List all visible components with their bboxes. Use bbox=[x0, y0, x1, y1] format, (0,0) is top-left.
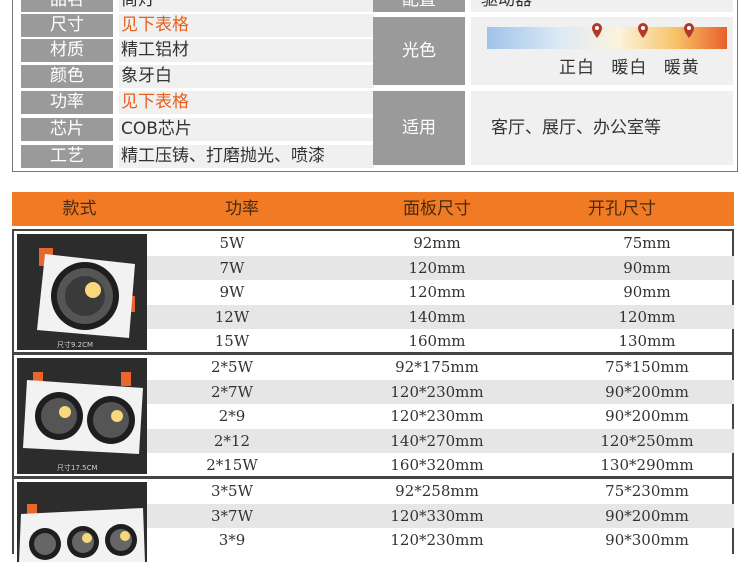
table-row: 5W 92mm 75mm bbox=[147, 231, 734, 256]
table-row: 3*7W 120*330mm 90*200mm bbox=[147, 503, 734, 529]
cell-hole: 130*290mm bbox=[600, 456, 694, 475]
table-row: 7W 120mm 90mm bbox=[147, 255, 734, 281]
map-pin-icon bbox=[638, 23, 648, 38]
downlight-triple-image bbox=[17, 482, 147, 562]
table-row: 12W 140mm 120mm bbox=[147, 304, 734, 330]
spec-label: 尺寸 bbox=[21, 14, 113, 37]
color-temperature-gradient bbox=[487, 23, 727, 49]
table-row: 2*5W 92*175mm 75*150mm bbox=[147, 355, 734, 380]
cell-panel: 160mm bbox=[408, 332, 466, 351]
spec-label: 工艺 bbox=[21, 145, 113, 168]
spec-label: 品名 bbox=[21, 0, 113, 12]
table-row: 2*7W 120*230mm 90*200mm bbox=[147, 379, 734, 405]
header-hole-size: 开孔尺寸 bbox=[588, 199, 656, 219]
cell-panel: 120*230mm bbox=[390, 407, 484, 426]
map-pin-icon bbox=[592, 23, 602, 38]
cell-panel: 92*175mm bbox=[395, 358, 479, 376]
cell-power: 15W bbox=[214, 332, 250, 351]
spec-value: 见下表格 bbox=[119, 14, 374, 37]
cell-hole: 90*200mm bbox=[605, 382, 689, 401]
table-row: 2*12 140*270mm 120*250mm bbox=[147, 428, 734, 454]
cell-power: 9W bbox=[219, 283, 245, 302]
spec-value-config: 驱动器 bbox=[471, 0, 733, 12]
spec-label: 颜色 bbox=[21, 65, 113, 88]
table-row: 15W 160mm 130mm bbox=[147, 329, 734, 354]
color-temperature-labels: 正白 暖白 暖黄 bbox=[559, 53, 710, 78]
color-temp-yellow: 暖黄 bbox=[663, 58, 700, 78]
cell-panel: 92*258mm bbox=[395, 482, 479, 500]
table-row: 2*9 120*230mm 90*200mm bbox=[147, 404, 734, 429]
spec-value: 象牙白 bbox=[119, 65, 374, 88]
cell-power: 12W bbox=[214, 307, 250, 326]
cell-panel: 140*270mm bbox=[390, 431, 484, 450]
cell-hole: 120*250mm bbox=[600, 431, 694, 450]
cell-panel: 120*330mm bbox=[390, 506, 484, 525]
size-group-double: 尺寸17.5CM 2*5W 92*175mm 75*150mm 2*7W 120… bbox=[12, 353, 734, 478]
cell-power: 2*9 bbox=[218, 407, 246, 426]
spec-table: 品名 筒灯 尺寸 见下表格 材质 精工铝材 颜色 象牙白 功率 见下表格 芯片 … bbox=[12, 0, 738, 172]
cell-hole: 75*230mm bbox=[605, 482, 689, 500]
spec-value: 精工铝材 bbox=[119, 39, 374, 62]
product-photo-single: 尺寸9.2CM bbox=[17, 234, 147, 350]
downlight-single-image: 尺寸9.2CM bbox=[17, 234, 147, 350]
spec-value: COB芯片 bbox=[119, 118, 374, 141]
cell-power: 5W bbox=[219, 234, 245, 252]
header-style: 款式 bbox=[62, 199, 97, 219]
cell-power: 2*12 bbox=[213, 431, 251, 450]
size-group-triple: 3*5W 92*258mm 75*230mm 3*7W 120*330mm 90… bbox=[12, 477, 734, 562]
cell-hole: 90mm bbox=[623, 283, 671, 302]
cell-hole: 90*200mm bbox=[605, 506, 689, 525]
color-temperature-box: 正白 暖白 暖黄 bbox=[471, 17, 733, 85]
cell-panel: 120*230mm bbox=[390, 531, 484, 550]
cell-power: 3*5W bbox=[210, 482, 253, 500]
cell-hole: 130mm bbox=[618, 332, 676, 351]
spec-label-lightcolor: 光色 bbox=[373, 17, 465, 85]
photo-caption: 尺寸9.2CM bbox=[57, 340, 93, 349]
header-power: 功率 bbox=[225, 199, 259, 219]
cell-panel: 92mm bbox=[413, 234, 461, 252]
spec-label: 功率 bbox=[21, 91, 113, 114]
color-temp-cool: 正白 bbox=[559, 58, 595, 78]
spec-label-usage: 适用 bbox=[373, 91, 465, 165]
table-row: 9W 120mm 90mm bbox=[147, 280, 734, 305]
map-pin-icon bbox=[684, 23, 694, 38]
cell-power: 3*7W bbox=[210, 506, 253, 525]
product-photo-triple bbox=[17, 482, 147, 562]
cell-power: 2*5W bbox=[210, 358, 253, 376]
spec-value: 精工压铸、打磨抛光、喷漆 bbox=[119, 145, 374, 168]
spec-label: 材质 bbox=[21, 39, 113, 62]
spec-label-config: 配置 bbox=[373, 0, 465, 12]
table-row: 3*5W 92*258mm 75*230mm bbox=[147, 479, 734, 504]
cell-hole: 120mm bbox=[618, 307, 676, 326]
cell-panel: 120mm bbox=[408, 283, 466, 302]
cell-panel: 160*320mm bbox=[390, 456, 484, 475]
photo-caption: 尺寸17.5CM bbox=[57, 463, 98, 472]
spec-value: 见下表格 bbox=[119, 91, 374, 114]
cell-panel: 140mm bbox=[408, 307, 466, 326]
downlight-double-image: 尺寸17.5CM bbox=[17, 358, 147, 474]
cell-panel: 120*230mm bbox=[390, 382, 484, 401]
table-row: 3*9 120*230mm 90*300mm bbox=[147, 528, 734, 553]
table-row: 2*15W 160*320mm 130*290mm bbox=[147, 453, 734, 478]
cell-panel: 120mm bbox=[408, 258, 466, 277]
cell-hole: 90*200mm bbox=[605, 407, 689, 426]
product-photo-double: 尺寸17.5CM bbox=[17, 358, 147, 474]
cell-hole: 90*300mm bbox=[605, 531, 689, 550]
header-panel-size: 面板尺寸 bbox=[403, 199, 471, 219]
cell-hole: 90mm bbox=[623, 258, 671, 277]
size-group-single: 尺寸9.2CM 5W 92mm 75mm 7W 120mm 90mm 9W 12… bbox=[12, 229, 734, 354]
spec-value-usage: 客厅、展厅、办公室等 bbox=[471, 91, 733, 165]
cell-power: 2*15W bbox=[206, 456, 258, 475]
cell-hole: 75mm bbox=[623, 234, 671, 252]
spec-label: 芯片 bbox=[21, 118, 113, 141]
color-temp-warm: 暖白 bbox=[611, 58, 648, 78]
size-table-header: 款式 功率 面板尺寸 开孔尺寸 bbox=[12, 192, 734, 226]
spec-value: 筒灯 bbox=[119, 0, 374, 12]
cell-hole: 75*150mm bbox=[605, 358, 689, 376]
cell-power: 3*9 bbox=[218, 531, 246, 550]
cell-power: 7W bbox=[219, 258, 245, 277]
cell-power: 2*7W bbox=[210, 382, 253, 401]
